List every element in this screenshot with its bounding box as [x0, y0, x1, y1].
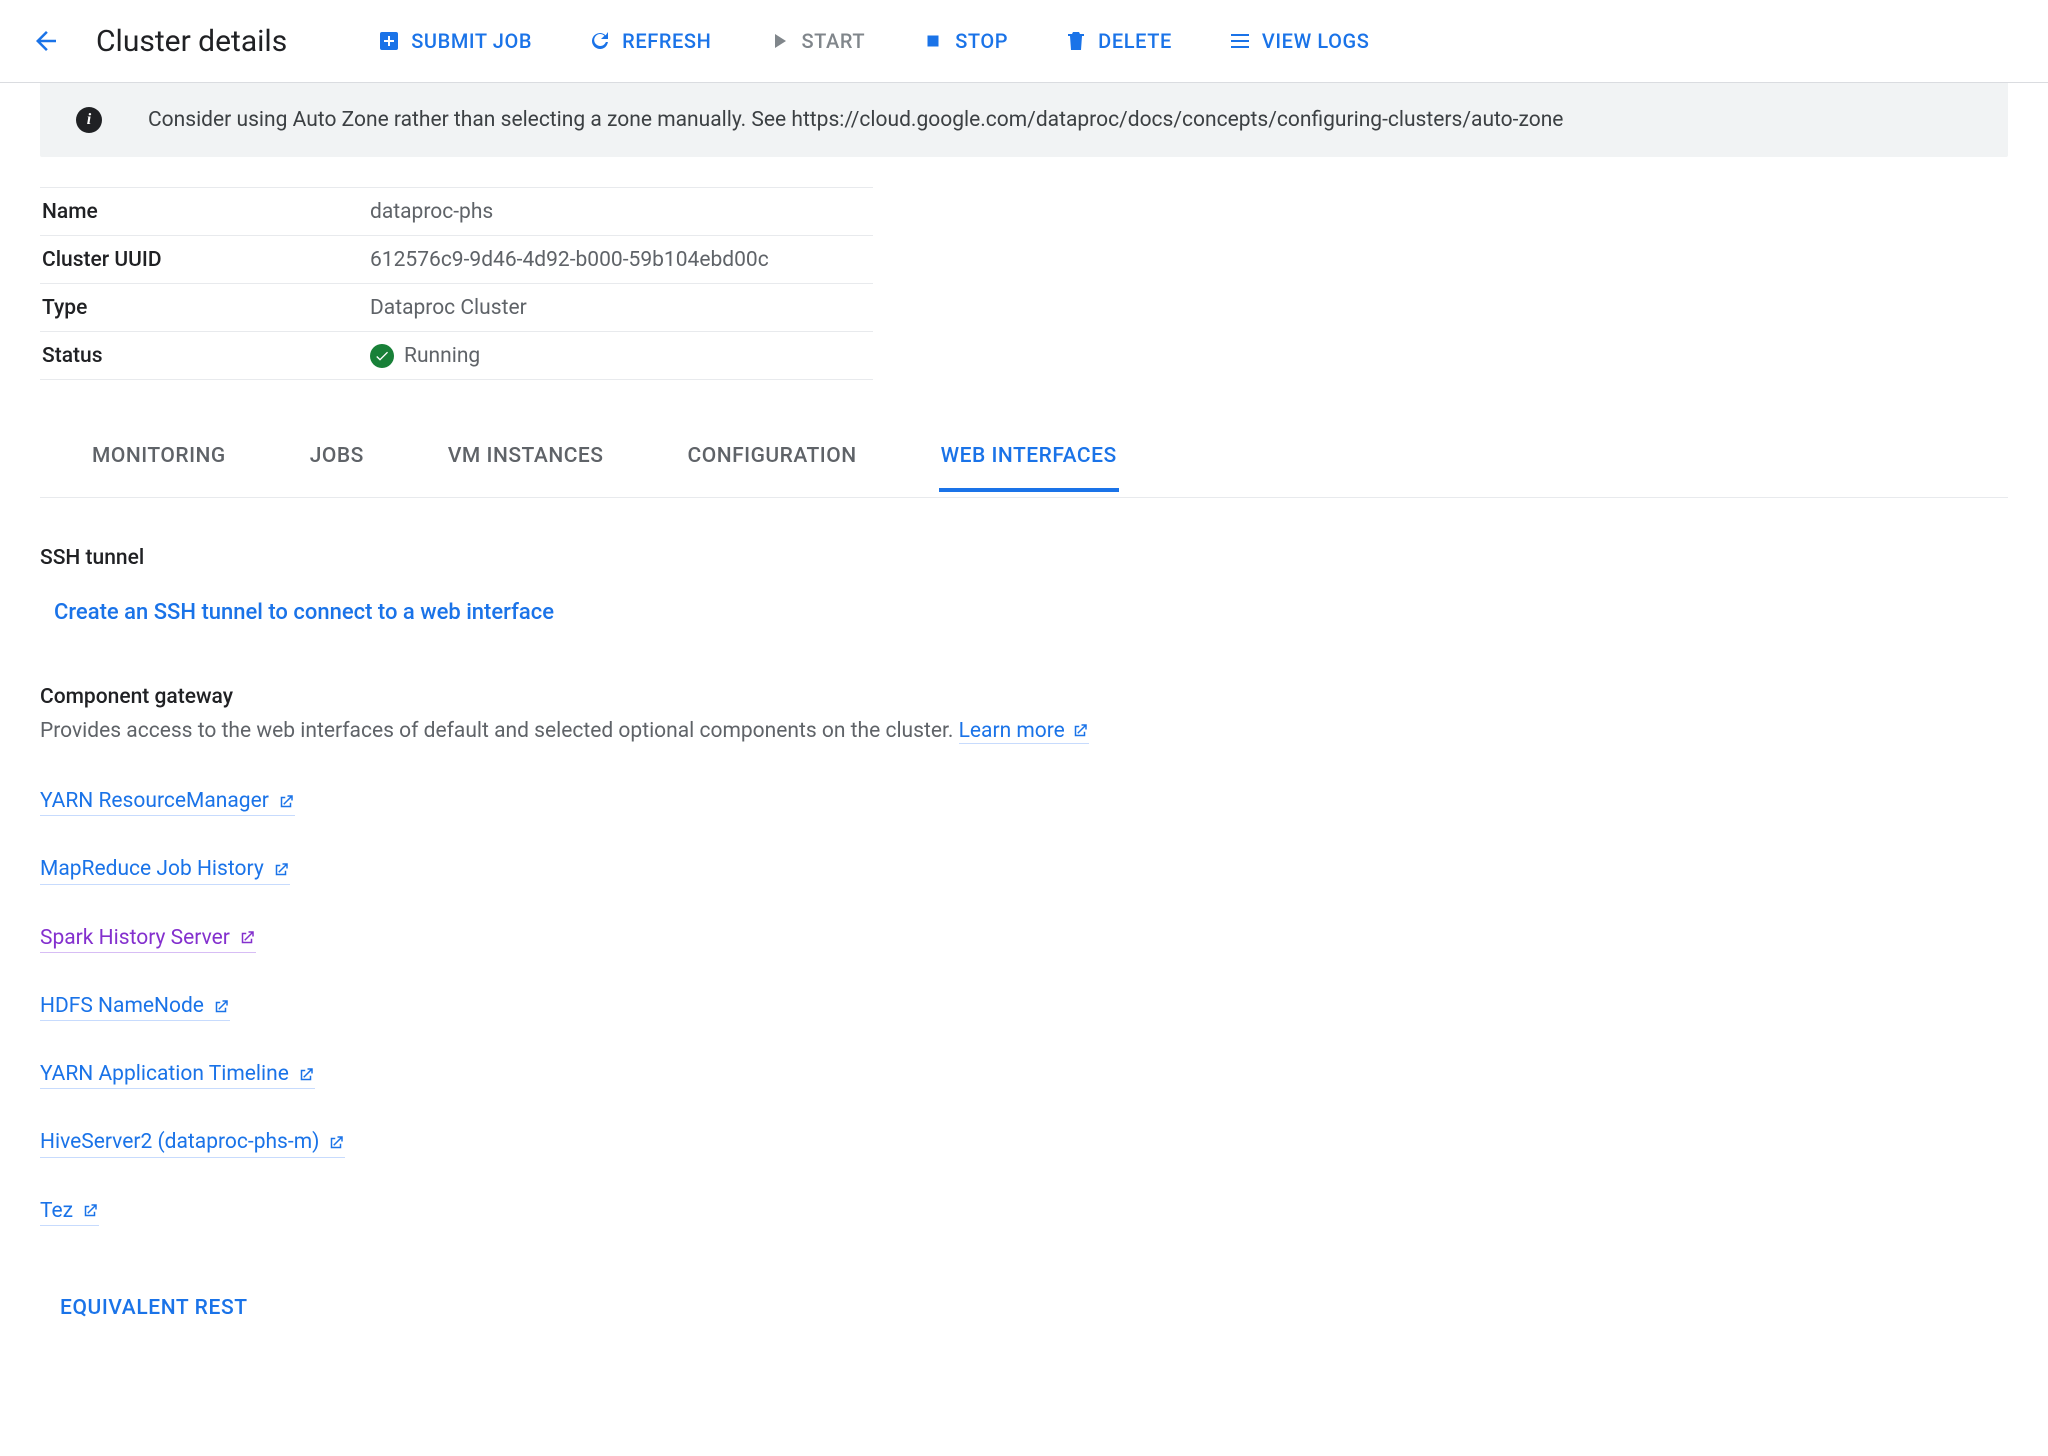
- submit-job-label: SUBMIT JOB: [411, 29, 532, 53]
- submit-job-button[interactable]: SUBMIT JOB: [377, 29, 532, 53]
- prop-status-label: Status: [40, 344, 370, 368]
- open-new-icon: [297, 1066, 315, 1084]
- refresh-button[interactable]: REFRESH: [588, 29, 711, 53]
- refresh-label: REFRESH: [622, 29, 711, 53]
- link-yarn-application-timeline[interactable]: YARN Application Timeline: [40, 1061, 315, 1089]
- tab-vm-instances[interactable]: VM INSTANCES: [446, 438, 606, 488]
- link-spark-history-server[interactable]: Spark History Server: [40, 925, 256, 953]
- link-hdfs-namenode[interactable]: HDFS NameNode: [40, 993, 230, 1021]
- link-hiveserver2[interactable]: HiveServer2 (dataproc-phs-m): [40, 1129, 345, 1157]
- prop-row-status: Status Running: [40, 332, 873, 380]
- stop-button[interactable]: STOP: [921, 29, 1008, 53]
- link-text: HDFS NameNode: [40, 993, 204, 1020]
- link-mapreduce-job-history[interactable]: MapReduce Job History: [40, 856, 290, 884]
- prop-type-value: Dataproc Cluster: [370, 296, 527, 320]
- delete-label: DELETE: [1098, 29, 1172, 53]
- open-new-icon: [277, 793, 295, 811]
- open-new-icon: [272, 861, 290, 879]
- view-logs-label: VIEW LOGS: [1262, 29, 1370, 53]
- prop-uuid-label: Cluster UUID: [40, 248, 370, 272]
- open-new-icon: [212, 998, 230, 1016]
- link-tez[interactable]: Tez: [40, 1198, 99, 1226]
- prop-uuid-value: 612576c9-9d46-4d92-b000-59b104ebd00c: [370, 248, 769, 272]
- page-title: Cluster details: [96, 24, 287, 59]
- link-text: MapReduce Job History: [40, 856, 264, 883]
- prop-type-label: Type: [40, 296, 370, 320]
- tab-configuration[interactable]: CONFIGURATION: [686, 438, 859, 488]
- trash-icon: [1064, 29, 1088, 53]
- cluster-properties-table: Name dataproc-phs Cluster UUID 612576c9-…: [40, 187, 873, 380]
- gateway-desc-text: Provides access to the web interfaces of…: [40, 719, 959, 743]
- delete-button[interactable]: DELETE: [1064, 29, 1172, 53]
- plus-box-icon: [377, 29, 401, 53]
- stop-icon: [921, 29, 945, 53]
- component-gateway-description: Provides access to the web interfaces of…: [40, 719, 2008, 744]
- prop-row-uuid: Cluster UUID 612576c9-9d46-4d92-b000-59b…: [40, 236, 873, 284]
- start-button: START: [767, 29, 865, 53]
- gateway-links-list: YARN ResourceManager MapReduce Job Histo…: [40, 788, 2008, 1226]
- open-new-icon: [238, 929, 256, 947]
- link-text: YARN Application Timeline: [40, 1061, 289, 1088]
- learn-more-text: Learn more: [959, 719, 1065, 743]
- view-logs-button[interactable]: VIEW LOGS: [1228, 29, 1370, 53]
- tab-jobs[interactable]: JOBS: [308, 438, 366, 488]
- play-icon: [767, 29, 791, 53]
- open-new-icon: [1071, 722, 1089, 740]
- logs-icon: [1228, 29, 1252, 53]
- open-new-icon: [327, 1134, 345, 1152]
- status-running-text: Running: [404, 344, 480, 368]
- refresh-icon: [588, 29, 612, 53]
- link-text: Spark History Server: [40, 925, 230, 952]
- link-yarn-resource-manager[interactable]: YARN ResourceManager: [40, 788, 295, 816]
- prop-status-value: Running: [370, 344, 480, 368]
- prop-row-name: Name dataproc-phs: [40, 188, 873, 236]
- start-label: START: [801, 29, 865, 53]
- learn-more-link[interactable]: Learn more: [959, 719, 1089, 744]
- tabs: MONITORING JOBS VM INSTANCES CONFIGURATI…: [40, 438, 2008, 498]
- link-text: YARN ResourceManager: [40, 788, 269, 815]
- open-new-icon: [81, 1202, 99, 1220]
- info-icon: i: [76, 107, 102, 133]
- arrow-back-icon: [31, 26, 61, 56]
- ssh-tunnel-heading: SSH tunnel: [40, 546, 2008, 570]
- info-banner: i Consider using Auto Zone rather than s…: [40, 83, 2008, 157]
- info-banner-text: Consider using Auto Zone rather than sel…: [148, 108, 1563, 132]
- toolbar: Cluster details SUBMIT JOB REFRESH START…: [0, 0, 2048, 83]
- status-running-icon: [370, 344, 394, 368]
- stop-label: STOP: [955, 29, 1008, 53]
- create-ssh-tunnel-link[interactable]: Create an SSH tunnel to connect to a web…: [54, 600, 554, 625]
- component-gateway-heading: Component gateway: [40, 685, 2008, 709]
- web-interfaces-content: SSH tunnel Create an SSH tunnel to conne…: [40, 546, 2008, 1320]
- prop-name-label: Name: [40, 200, 370, 224]
- prop-row-type: Type Dataproc Cluster: [40, 284, 873, 332]
- equivalent-rest-button[interactable]: EQUIVALENT REST: [60, 1296, 2008, 1320]
- prop-name-value: dataproc-phs: [370, 200, 493, 224]
- toolbar-actions: SUBMIT JOB REFRESH START STOP DELETE: [377, 29, 1369, 53]
- link-text: Tez: [40, 1198, 73, 1225]
- back-button[interactable]: [24, 19, 68, 63]
- link-text: HiveServer2 (dataproc-phs-m): [40, 1129, 319, 1156]
- tab-web-interfaces[interactable]: WEB INTERFACES: [939, 438, 1119, 492]
- tab-monitoring[interactable]: MONITORING: [90, 438, 228, 488]
